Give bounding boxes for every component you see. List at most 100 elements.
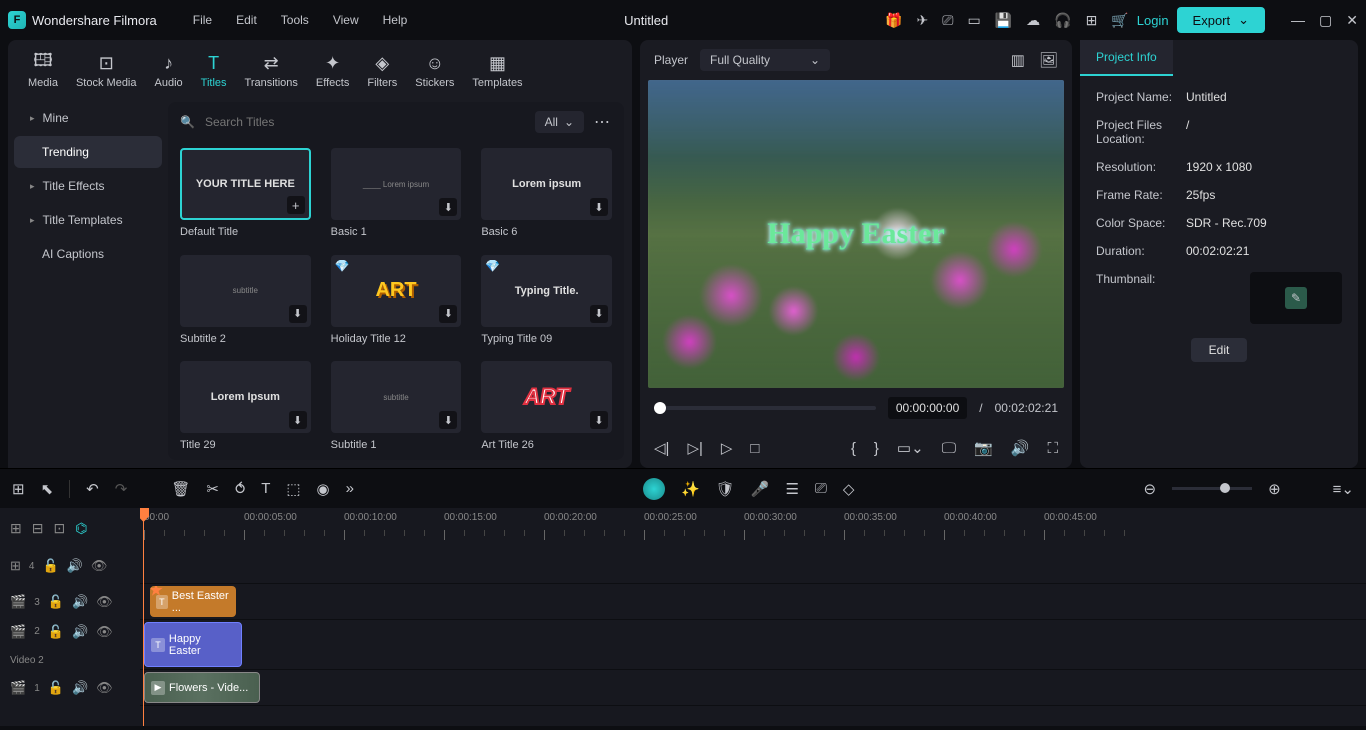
filter-dropdown[interactable]: All ⌄ [535,111,584,133]
scrub-knob[interactable] [654,402,666,414]
title-card-subtitle-2[interactable]: subtitle⬇Subtitle 2 [180,255,311,348]
track-2[interactable]: T Happy Easter [140,620,1366,670]
picture-icon[interactable]: 🖼 [1039,51,1058,69]
preview-viewport[interactable]: Happy Easter [648,80,1064,388]
send-icon[interactable]: ✈ [917,12,929,29]
volume-icon[interactable]: 🔊 [1011,439,1030,457]
mark-in-icon[interactable]: { [851,440,856,457]
tab-filters[interactable]: ◈Filters [367,53,397,89]
link-icon[interactable]: ⊟ [32,520,44,537]
quality-dropdown[interactable]: Full Quality ⌄ [700,49,830,71]
sidebar-item-title-templates[interactable]: ▸Title Templates [14,204,162,236]
preview-tab[interactable]: Player [654,53,688,67]
cart-icon[interactable]: 🛒 [1111,12,1128,29]
sidebar-item-mine[interactable]: ▸Mine [14,102,162,134]
tab-stickers[interactable]: ☺Stickers [415,53,454,89]
login-button[interactable]: Login [1137,13,1169,28]
sidebar-item-title-effects[interactable]: ▸Title Effects [14,170,162,202]
zoom-in-icon[interactable]: ⊕ [1268,480,1281,498]
title-card-typing-title-09[interactable]: Typing Title.💎⬇Typing Title 09 [481,255,612,348]
more-tools-icon[interactable]: » [346,480,354,497]
layout-icon[interactable]: ⊞ [12,480,25,498]
sidebar-item-ai-captions[interactable]: AI Captions [14,238,162,270]
tab-transitions[interactable]: ⇄Transitions [245,53,298,89]
track-1[interactable]: ▶ Flowers - Vide... [140,670,1366,706]
crop-icon[interactable]: ⬚ [286,480,300,498]
menu-help[interactable]: Help [383,13,408,27]
menu-edit[interactable]: Edit [236,13,257,27]
add-icon[interactable]: + [287,196,305,214]
title-thumb[interactable]: ____ Lorem ipsum⬇ [331,148,462,220]
visibility-icon[interactable]: 👁 [96,594,113,610]
title-card-subtitle-1[interactable]: subtitle⬇Subtitle 1 [331,361,462,454]
compare-icon[interactable]: ▥ [1011,51,1025,69]
scrub-track[interactable] [654,406,876,410]
timeline-body[interactable]: 00:0000:00:05:0000:00:10:0000:00:15:0000… [140,508,1366,726]
speed-icon[interactable]: ⥀ [235,480,245,498]
export-button[interactable]: Export ⌄ [1177,7,1265,33]
close-icon[interactable]: ✕ [1346,12,1358,29]
list-icon[interactable]: ☰ [785,480,798,498]
download-icon[interactable]: ⬇ [439,305,457,323]
group-icon[interactable]: ⊡ [53,520,65,537]
menu-view[interactable]: View [333,13,359,27]
clip-best-easter[interactable]: T Best Easter ... [150,586,236,617]
mute-icon[interactable]: 🔊 [67,558,83,574]
download-icon[interactable]: ⬇ [590,305,608,323]
maximize-icon[interactable]: ▢ [1319,12,1332,29]
title-thumb[interactable]: ART⬇ [481,361,612,433]
title-thumb[interactable]: Typing Title.💎⬇ [481,255,612,327]
title-thumb[interactable]: ART💎⬇ [331,255,462,327]
title-thumb[interactable]: Lorem Ipsum⬇ [180,361,311,433]
visibility-icon[interactable]: 👁 [96,624,113,640]
playhead[interactable] [143,508,144,726]
select-tool-icon[interactable]: ⬉ [41,480,54,498]
gift-icon[interactable]: 🎁 [885,12,902,29]
cloud-icon[interactable]: ☁ [1026,12,1040,29]
lock-icon[interactable]: 🔓 [48,594,64,610]
download-icon[interactable]: ⬇ [289,305,307,323]
undo-icon[interactable]: ↶ [86,480,99,498]
project-info-tab[interactable]: Project Info [1080,40,1173,76]
mic-icon[interactable]: 🎤 [751,480,770,498]
snapshot-icon[interactable]: 📷 [974,439,993,457]
magnet-icon[interactable]: ⌬ [75,520,87,537]
play-icon[interactable]: ▷ [721,439,733,457]
title-thumb[interactable]: YOUR TITLE HERE+ [180,148,311,220]
add-track-icon[interactable]: ⊞ [10,520,22,537]
clip-flowers-video[interactable]: ▶ Flowers - Vide... [144,672,260,703]
tab-effects[interactable]: ✦Effects [316,53,349,89]
shield-icon[interactable]: 🛡 [716,480,735,498]
title-card-art-title-26[interactable]: ART⬇Art Title 26 [481,361,612,454]
title-card-holiday-title-12[interactable]: ART💎⬇Holiday Title 12 [331,255,462,348]
track-3[interactable]: T Best Easter ... [140,584,1366,620]
ratio-icon[interactable]: ▭⌄ [897,439,924,457]
save-icon[interactable]: 💾 [995,12,1012,29]
color-icon[interactable]: ◉ [317,480,330,498]
search-input[interactable] [205,115,525,129]
prev-icon[interactable]: ◁| [654,439,669,457]
headphones-icon[interactable]: 🎧 [1054,12,1071,29]
title-card-basic-6[interactable]: Lorem ipsum⬇Basic 6 [481,148,612,241]
mute-icon[interactable]: 🔊 [72,680,88,696]
keyframe-icon[interactable]: ◇ [843,480,855,498]
title-card-title-29[interactable]: Lorem Ipsum⬇Title 29 [180,361,311,454]
step-forward-icon[interactable]: ▷| [687,439,702,457]
screen-icon[interactable]: ▭ [967,12,980,29]
tab-audio[interactable]: ♪Audio [155,53,183,89]
caption-icon[interactable]: ⎚ [815,480,827,497]
menu-file[interactable]: File [193,13,212,27]
visibility-icon[interactable]: 👁 [91,558,108,574]
track-4[interactable] [140,548,1366,584]
tab-media[interactable]: 🖽Media [28,53,58,89]
minimize-icon[interactable]: — [1291,12,1305,29]
lock-icon[interactable]: 🔓 [48,624,64,640]
device-icon[interactable]: ⎚ [942,12,953,29]
ai-assist-icon[interactable] [643,478,665,500]
more-icon[interactable]: ⋯ [594,112,612,132]
title-card-default-title[interactable]: YOUR TITLE HERE+Default Title [180,148,311,241]
mute-icon[interactable]: 🔊 [72,594,88,610]
title-thumb[interactable]: Lorem ipsum⬇ [481,148,612,220]
sidebar-item-trending[interactable]: Trending [14,136,162,168]
tab-titles[interactable]: TTitles [201,53,227,89]
